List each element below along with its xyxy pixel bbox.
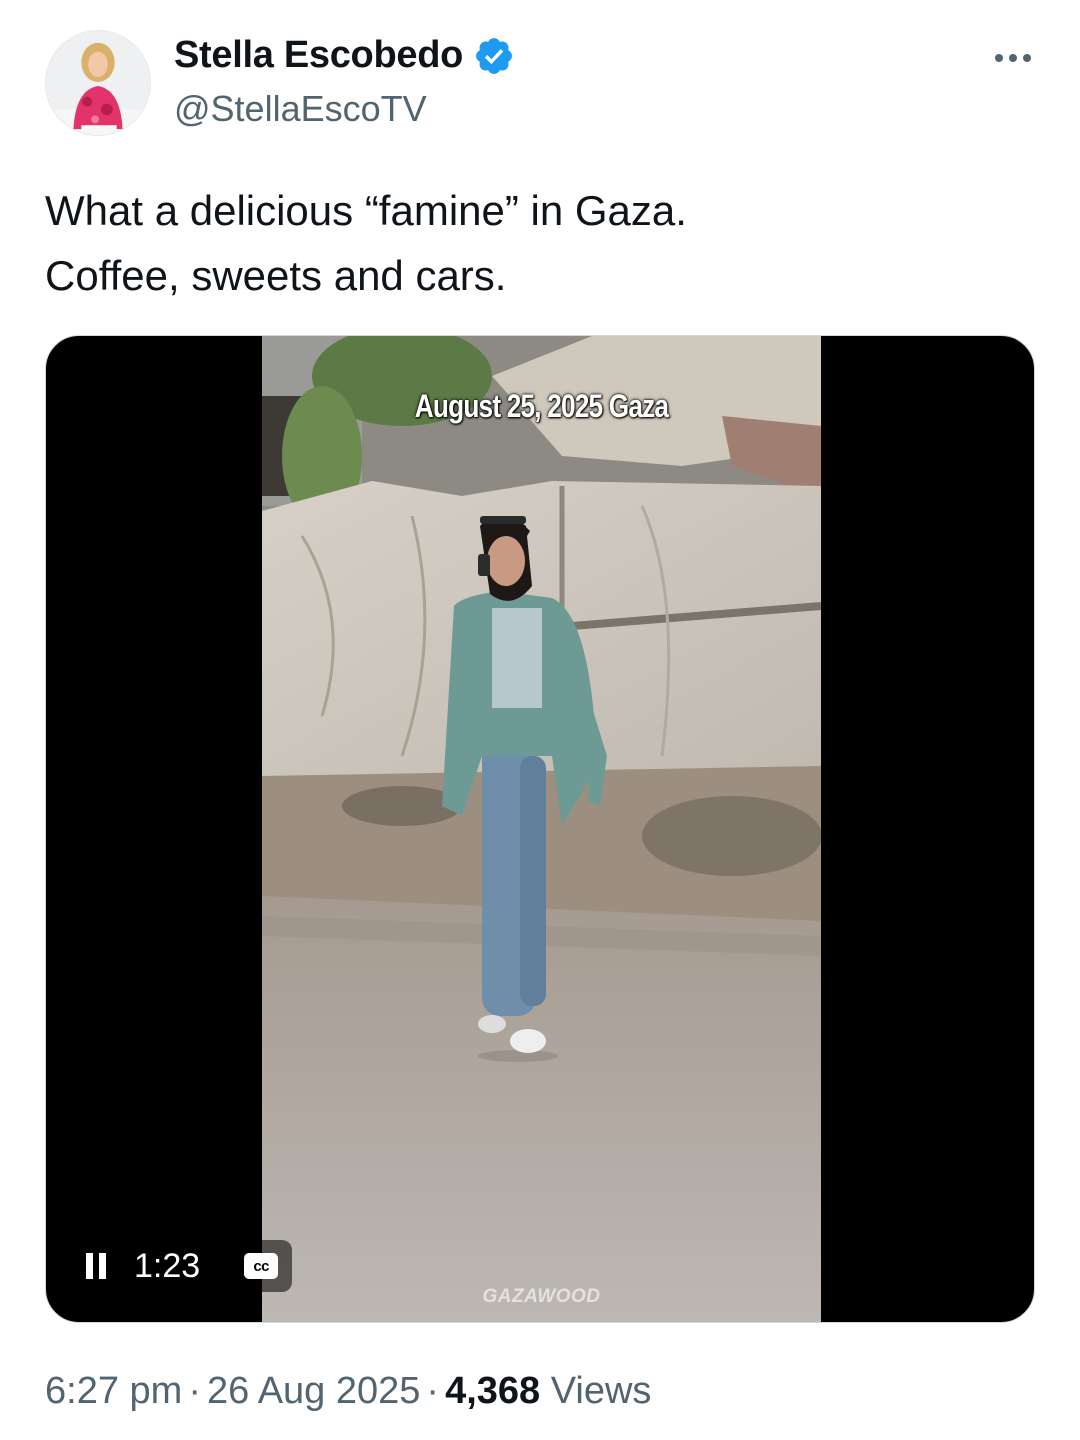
tweet-text-line: Coffee, sweets and cars. [45,252,507,299]
views-label: Views [550,1370,652,1412]
video-frame[interactable]: August 25, 2025 Gaza GAZAWOOD [262,336,821,1322]
tweet: Stella Escobedo @StellaEscoTV What a del… [0,0,1080,1440]
more-options-button[interactable] [985,38,1041,78]
closed-captions-icon[interactable]: cc [244,1253,279,1279]
tweet-text-line: What a delicious “famine” in Gaza. [45,187,687,234]
video-caption-overlay: August 25, 2025 Gaza [414,388,669,424]
post-date[interactable]: 26 Aug 2025 [207,1370,420,1412]
playback-time: 1:23 [134,1246,201,1285]
avatar-image [46,31,150,135]
more-dot [1009,54,1017,62]
separator: · [188,1370,201,1412]
more-dot [1023,54,1031,62]
author-handle[interactable]: @StellaEscoTV [174,88,427,130]
pause-icon[interactable] [86,1251,112,1281]
pause-bar [99,1253,106,1279]
video-controls: 1:23 cc [72,1240,293,1292]
separator: · [426,1370,440,1412]
tweet-meta: 6:27 pm · 26 Aug 2025 · 4,368 Views [45,1370,651,1413]
verified-badge-icon [476,37,512,74]
post-time[interactable]: 6:27 pm [45,1370,182,1412]
tweet-text: What a delicious “famine” in Gaza. Coffe… [45,178,687,308]
display-name[interactable]: Stella Escobedo [174,34,463,77]
video-still [262,336,821,1322]
avatar[interactable] [45,30,151,136]
video-watermark: GAZAWOOD [482,1286,601,1307]
pause-bar [86,1253,93,1279]
views-count[interactable]: 4,368 [445,1370,540,1412]
more-horizontal-icon [995,54,1003,62]
author-name-row: Stella Escobedo [174,34,515,77]
video-player[interactable]: August 25, 2025 Gaza GAZAWOOD 1:23 cc [45,335,1035,1323]
